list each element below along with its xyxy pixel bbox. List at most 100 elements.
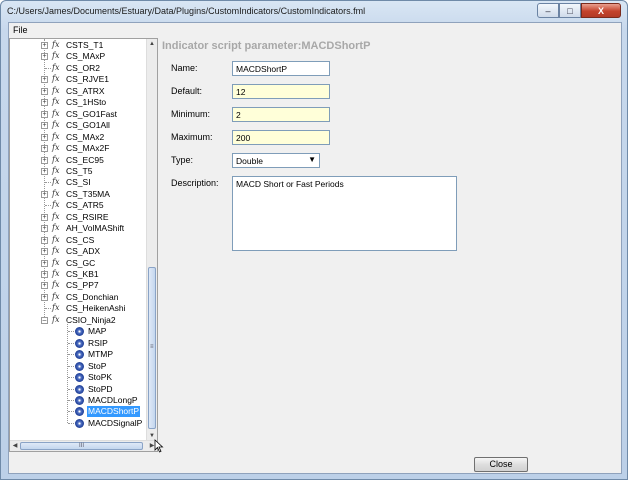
- expand-icon[interactable]: +: [41, 259, 48, 267]
- tree-item[interactable]: + fx CS_CS: [10, 235, 150, 246]
- tree-item[interactable]: + fx CS_RSIRE: [10, 212, 150, 223]
- tree-child-item[interactable]: StoPD: [10, 384, 150, 395]
- tree-horizontal-scrollbar[interactable]: ◀ III ▶: [10, 440, 157, 451]
- tree-connector: [68, 377, 74, 379]
- tree-item[interactable]: + fx AH_VolMAShift: [10, 223, 150, 234]
- tree-item[interactable]: + fx CS_KB1: [10, 269, 150, 280]
- tree-item[interactable]: fx CS_OR2: [10, 63, 150, 74]
- expand-icon[interactable]: +: [41, 133, 48, 141]
- expand-icon[interactable]: +: [41, 87, 48, 95]
- tree-connector: [68, 399, 74, 401]
- tree-child-item[interactable]: StoPK: [10, 372, 150, 383]
- horizontal-scroll-thumb[interactable]: III: [20, 442, 143, 450]
- scroll-left-icon[interactable]: ◀: [10, 441, 20, 451]
- name-label: Name:: [171, 63, 198, 73]
- expand-icon[interactable]: +: [41, 167, 48, 175]
- expand-icon[interactable]: +: [41, 122, 48, 130]
- menu-file[interactable]: File: [13, 25, 28, 35]
- tree-connector: [68, 331, 74, 333]
- close-window-button[interactable]: X: [581, 3, 621, 18]
- tree-item[interactable]: fx CS_SI: [10, 177, 150, 188]
- tree-child-item[interactable]: RSIP: [10, 338, 150, 349]
- expand-icon[interactable]: +: [41, 42, 48, 49]
- tree-item[interactable]: + fx CS_EC95: [10, 155, 150, 166]
- expand-icon[interactable]: +: [41, 110, 48, 118]
- maximum-field[interactable]: 200: [232, 130, 330, 145]
- function-icon: fx: [52, 177, 60, 187]
- tree-item[interactable]: + fx CS_ADX: [10, 246, 150, 257]
- tree-child-item[interactable]: MACDLongP: [10, 395, 150, 406]
- tree-item-label: AH_VolMAShift: [66, 223, 125, 234]
- tree-child-item[interactable]: MTMP: [10, 349, 150, 360]
- tree-item[interactable]: + fx CS_MAx2F: [10, 143, 150, 154]
- client-area: File + fx CSTS_T1 + fx CS_MAxP fx CS_OR2 + fx CS_R…: [8, 22, 622, 474]
- tree-item[interactable]: + fx CS_GC: [10, 258, 150, 269]
- function-icon: fx: [52, 246, 60, 256]
- expand-icon[interactable]: +: [41, 236, 48, 244]
- tree-item[interactable]: + fx CS_GO1Fast: [10, 109, 150, 120]
- type-select[interactable]: Double ▼: [232, 153, 320, 168]
- tree-connector: [45, 182, 51, 184]
- expand-icon[interactable]: +: [41, 53, 48, 61]
- menu-bar: File: [9, 23, 621, 37]
- expand-icon[interactable]: +: [41, 271, 48, 278]
- title-bar[interactable]: C:/Users/James/Documents/Estuary/Data/Pl…: [1, 1, 627, 21]
- tree-item[interactable]: + fx CS_T5: [10, 166, 150, 177]
- expand-icon[interactable]: +: [41, 156, 48, 164]
- tree-item-label: CS_ATRX: [66, 85, 105, 96]
- function-icon: fx: [52, 97, 60, 107]
- maximize-button[interactable]: □: [559, 3, 581, 18]
- expand-icon[interactable]: +: [41, 145, 48, 153]
- tree-item[interactable]: + fx CSTS_T1: [10, 40, 150, 51]
- tree-item[interactable]: + fx CS_GO1All: [10, 120, 150, 131]
- tree-child-item[interactable]: MAP: [10, 326, 150, 337]
- expand-icon[interactable]: +: [41, 293, 48, 301]
- expand-icon[interactable]: +: [41, 225, 48, 233]
- tree-item[interactable]: – fx CSIO_Ninja2: [10, 315, 150, 326]
- minimum-field[interactable]: 2: [232, 107, 330, 122]
- tree-item-label: CS_MAx2: [66, 131, 105, 142]
- tree-item-label: CS_GO1All: [66, 120, 110, 131]
- tree-item[interactable]: fx CS_ATR5: [10, 200, 150, 211]
- expand-icon[interactable]: +: [41, 282, 48, 290]
- indicator-tree[interactable]: + fx CSTS_T1 + fx CS_MAxP fx CS_OR2 + fx CS_RJVE1 +…: [9, 38, 158, 452]
- minimize-button[interactable]: –: [537, 3, 559, 18]
- tree-item[interactable]: + fx CS_MAx2: [10, 132, 150, 143]
- tree-item[interactable]: + fx CS_RJVE1: [10, 74, 150, 85]
- expand-icon[interactable]: +: [41, 213, 48, 221]
- default-label: Default:: [171, 86, 203, 96]
- tree-item-label: CS_T5: [66, 165, 93, 176]
- expand-icon[interactable]: +: [41, 248, 48, 256]
- tree-item[interactable]: + fx CS_ATRX: [10, 86, 150, 97]
- function-icon: fx: [52, 269, 60, 278]
- function-icon: fx: [52, 211, 60, 221]
- function-icon: fx: [52, 85, 60, 95]
- tree-item[interactable]: + fx CS_MAxP: [10, 51, 150, 62]
- scroll-up-icon[interactable]: ▲: [147, 39, 157, 49]
- function-icon: fx: [52, 165, 60, 175]
- expand-icon[interactable]: +: [41, 190, 48, 198]
- collapse-icon[interactable]: –: [41, 316, 48, 324]
- vertical-scroll-thumb[interactable]: ≡: [148, 267, 156, 429]
- function-icon: fx: [52, 131, 60, 141]
- description-field[interactable]: MACD Short or Fast Periods: [232, 176, 457, 251]
- expand-icon[interactable]: +: [41, 76, 48, 84]
- name-field[interactable]: MACDShortP: [232, 61, 330, 76]
- tree-item[interactable]: + fx CS_T35MA: [10, 189, 150, 200]
- tree-item[interactable]: + fx CS_PP7: [10, 280, 150, 291]
- tree-vertical-scrollbar[interactable]: ▲ ≡ ▼: [146, 39, 157, 441]
- close-button[interactable]: Close: [474, 457, 528, 472]
- tree-child-item[interactable]: MACDShortP: [10, 406, 150, 418]
- tree-item-label: CS_MAx2F: [66, 143, 110, 154]
- tree-item-label: CS_RJVE1: [66, 74, 109, 85]
- tree-item[interactable]: fx CS_HeikenAshi: [10, 303, 150, 314]
- default-field[interactable]: 12: [232, 84, 330, 99]
- tree-item-label: CS_EC95: [66, 154, 104, 165]
- tree-item[interactable]: + fx CS_Donchian: [10, 292, 150, 303]
- parameter-icon: [75, 350, 84, 360]
- tree-child-item[interactable]: MACDSignalP: [10, 418, 150, 429]
- tree-child-item[interactable]: StoP: [10, 361, 150, 372]
- expand-icon[interactable]: +: [41, 99, 48, 107]
- tree-item[interactable]: + fx CS_1HSto: [10, 97, 150, 108]
- tree-item-label: CS_T35MA: [66, 188, 110, 199]
